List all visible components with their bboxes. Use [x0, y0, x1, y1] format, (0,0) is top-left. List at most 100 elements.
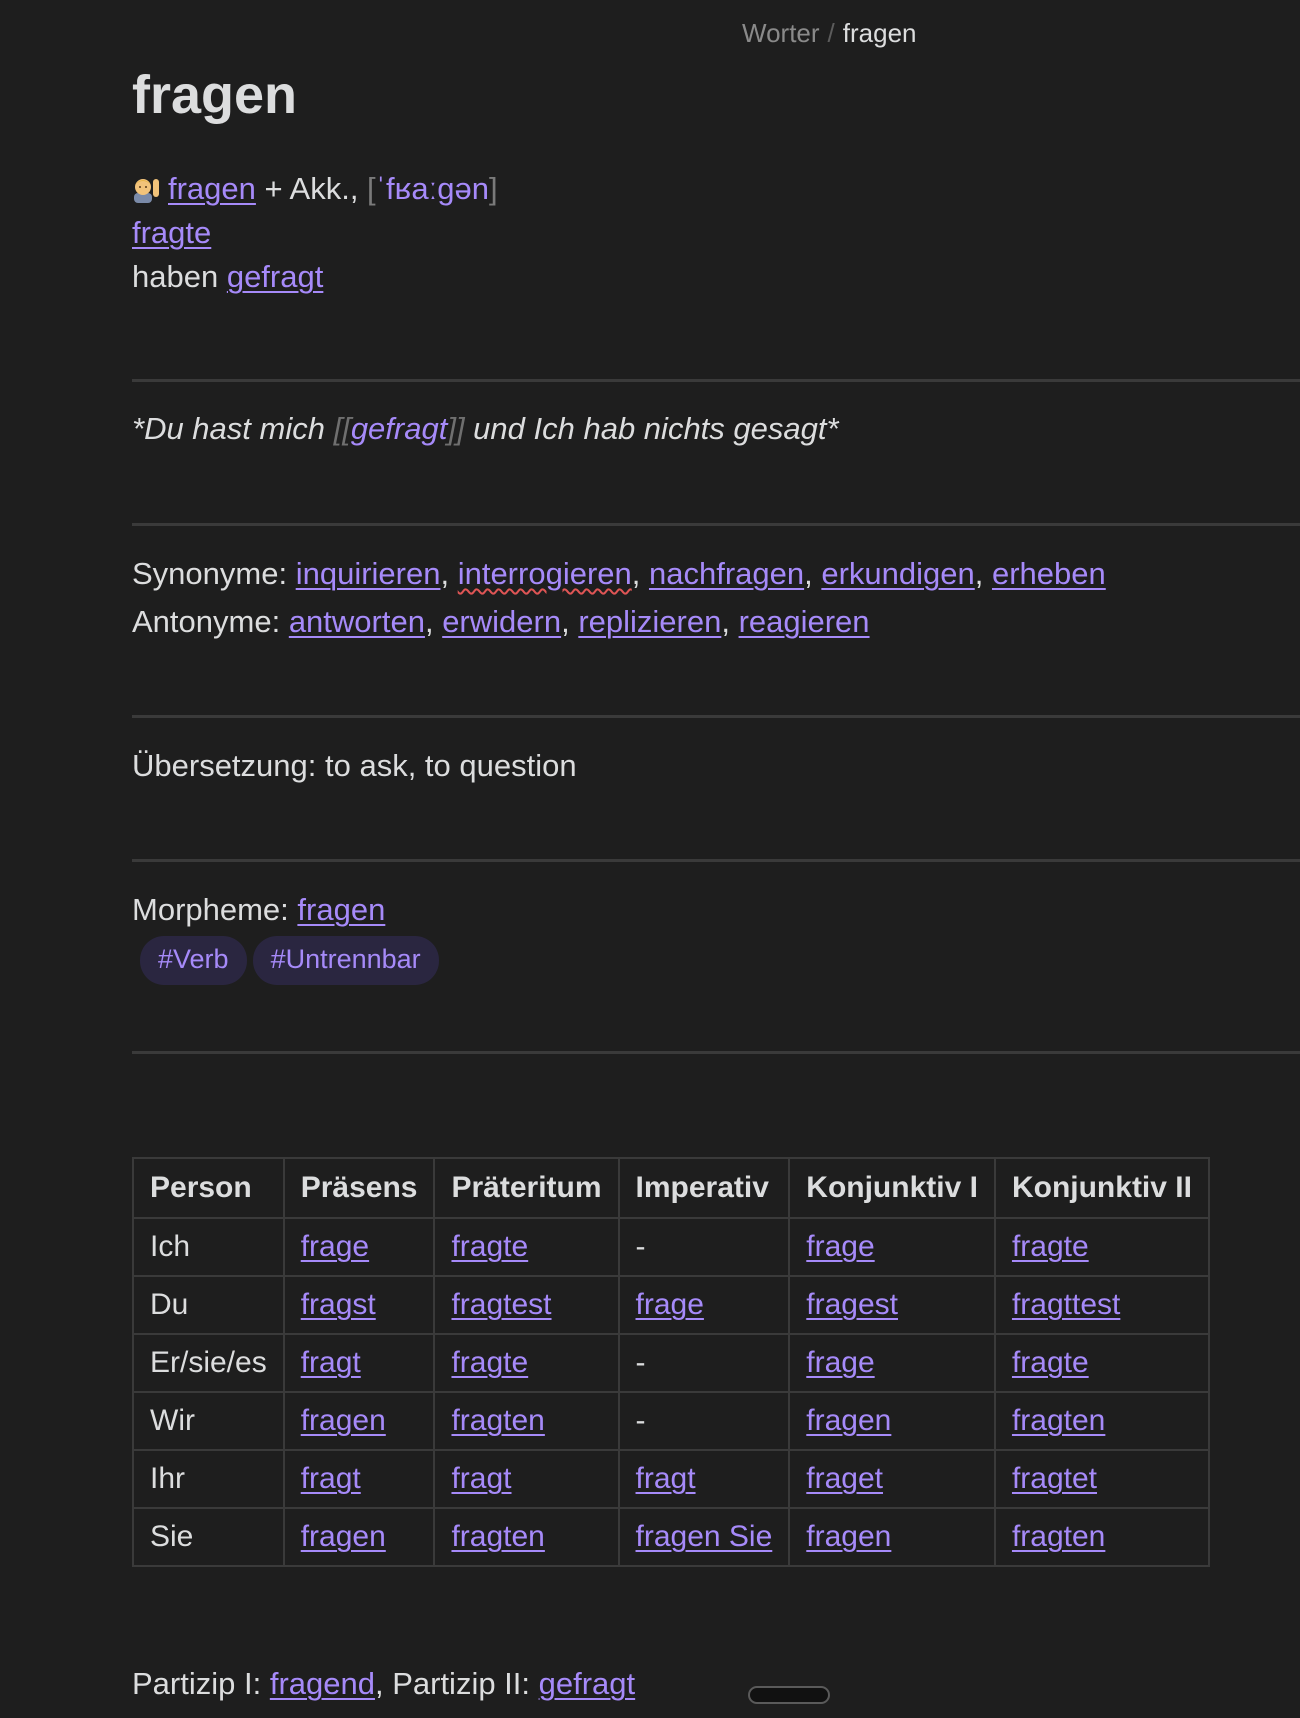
- conjugation-link[interactable]: frage: [806, 1346, 874, 1379]
- antonym-link[interactable]: replizieren: [578, 604, 721, 639]
- conjugation-link[interactable]: fragttest: [1012, 1288, 1120, 1321]
- scroll-indicator[interactable]: [748, 1686, 830, 1704]
- conjugation-link[interactable]: fragte: [451, 1346, 528, 1379]
- antonym-link[interactable]: reagieren: [739, 604, 870, 639]
- divider: [132, 715, 1300, 718]
- entry-headword-line: fragen + Akk., [ˈfʁaːgən]: [132, 173, 498, 204]
- conjugation-link[interactable]: fragest: [806, 1288, 898, 1321]
- person-cell: Wir: [132, 1391, 285, 1451]
- participle-2-label: Partizip II:: [392, 1666, 539, 1701]
- tag-untrennbar[interactable]: #Untrennbar: [252, 936, 439, 985]
- conjugation-link[interactable]: frage: [806, 1230, 874, 1263]
- antonym-link[interactable]: erwidern: [442, 604, 561, 639]
- conjugation-link[interactable]: fragt: [636, 1462, 696, 1495]
- entry-preterite-link[interactable]: fragte: [132, 215, 211, 250]
- synonym-link[interactable]: interrogieren: [458, 556, 632, 591]
- ipa-open-bracket: [: [367, 171, 376, 206]
- column-header: Imperativ: [617, 1157, 791, 1219]
- conjugation-link[interactable]: fragst: [301, 1288, 376, 1321]
- synonym-link[interactable]: nachfragen: [649, 556, 804, 591]
- conjugation-link[interactable]: fragten: [451, 1520, 544, 1553]
- ipa-close-bracket: ]: [488, 171, 498, 206]
- column-header: Präsens: [282, 1157, 436, 1219]
- conjugation-link[interactable]: fragte: [451, 1230, 528, 1263]
- table-row: Du fragst fragtest frage fragest fragtte…: [132, 1275, 1210, 1335]
- person-cell: Sie: [132, 1507, 285, 1567]
- breadcrumb-parent[interactable]: Worter: [742, 18, 820, 48]
- synonym-link[interactable]: erkundigen: [821, 556, 974, 591]
- synonym-link[interactable]: inquirieren: [296, 556, 441, 591]
- example-sentence: *Du hast mich [[gefragt]] und Ich hab ni…: [132, 413, 839, 444]
- divider: [132, 859, 1300, 862]
- entry-case: + Akk.,: [255, 171, 368, 206]
- tag-verb[interactable]: #Verb: [140, 936, 247, 985]
- entry-aux: haben: [132, 259, 227, 294]
- page-title: fragen: [132, 65, 298, 125]
- example-before: *Du hast mich: [132, 411, 334, 446]
- ipa-link[interactable]: ˈfʁaːgən: [376, 171, 489, 206]
- antonym-link[interactable]: antworten: [289, 604, 425, 639]
- tag-list: #Verb #Untrennbar: [140, 936, 445, 985]
- conjugation-link[interactable]: fragen: [301, 1404, 386, 1437]
- empty-cell: -: [617, 1333, 791, 1393]
- conjugation-link[interactable]: fragen: [806, 1404, 891, 1437]
- participle-2-link[interactable]: gefragt: [539, 1666, 636, 1701]
- divider: [132, 523, 1300, 526]
- entry-infinitive-link[interactable]: fragen: [168, 171, 256, 206]
- column-header: Konjunktiv I: [788, 1157, 996, 1219]
- example-wikilink[interactable]: gefragt: [351, 411, 448, 446]
- example-after: und Ich hab nichts gesagt*: [464, 411, 839, 446]
- conjugation-link[interactable]: fragten: [1012, 1520, 1105, 1553]
- participle-separator: ,: [374, 1666, 393, 1701]
- translation: Übersetzung: to ask, to question: [132, 748, 577, 783]
- table-row: Wir fragen fragten - fragen fragten: [132, 1391, 1210, 1451]
- conjugation-link[interactable]: fragen: [301, 1520, 386, 1553]
- entry-participle-link[interactable]: gefragt: [227, 259, 324, 294]
- person-cell: Er/sie/es: [132, 1333, 285, 1393]
- morpheme-link[interactable]: fragen: [297, 892, 385, 927]
- conjugation-link[interactable]: fragen: [806, 1520, 891, 1553]
- conjugation-link[interactable]: fragten: [1012, 1404, 1105, 1437]
- conjugation-link[interactable]: fragen Sie: [636, 1520, 773, 1553]
- wikilink-open-bracket: [[: [333, 411, 351, 446]
- table-row: Ihr fragt fragt fragt fraget fragtet: [132, 1449, 1210, 1509]
- breadcrumb: Worter / fragen: [742, 18, 917, 49]
- conjugation-link[interactable]: fragt: [451, 1462, 511, 1495]
- person-cell: Du: [132, 1275, 285, 1335]
- conjugation-link[interactable]: frage: [636, 1288, 704, 1321]
- conjugation-link[interactable]: fragten: [451, 1404, 544, 1437]
- conjugation-link[interactable]: fragt: [301, 1462, 361, 1495]
- table-row: Er/sie/es fragt fragte - frage fragte: [132, 1333, 1210, 1393]
- empty-cell: -: [617, 1391, 791, 1451]
- participle-1-link[interactable]: fragend: [270, 1666, 375, 1701]
- divider: [132, 1051, 1300, 1054]
- conjugation-link[interactable]: fragtest: [451, 1288, 551, 1321]
- column-header: Person: [132, 1157, 285, 1219]
- breadcrumb-current: fragen: [842, 18, 917, 48]
- conjugation-link[interactable]: fragte: [1012, 1230, 1089, 1263]
- person-raising-hand-icon: [134, 179, 159, 203]
- morphemes-label: Morpheme:: [132, 892, 298, 927]
- empty-cell: -: [617, 1217, 791, 1277]
- participle-1-label: Partizip I:: [132, 1666, 270, 1701]
- table-header-row: Person Präsens Präteritum Imperativ Konj…: [132, 1157, 1210, 1219]
- wikilink-close-bracket: ]]: [447, 411, 465, 446]
- column-header: Konjunktiv II: [993, 1157, 1210, 1219]
- antonyms-label: Antonyme:: [132, 604, 289, 639]
- entry-perfect-line: haben gefragt: [132, 261, 323, 292]
- conjugation-link[interactable]: fragte: [1012, 1346, 1089, 1379]
- participles-line: Partizip I: fragend, Partizip II: gefrag…: [132, 1668, 635, 1699]
- person-cell: Ihr: [132, 1449, 285, 1509]
- synonym-link[interactable]: erheben: [992, 556, 1106, 591]
- conjugation-link[interactable]: fraget: [806, 1462, 883, 1495]
- conjugation-link[interactable]: frage: [301, 1230, 369, 1263]
- column-header: Präteritum: [433, 1157, 620, 1219]
- conjugation-link[interactable]: fragtet: [1012, 1462, 1097, 1495]
- entry-preterite-line: fragte: [132, 217, 211, 248]
- antonyms-line: Antonyme: antworten, erwidern, replizier…: [132, 604, 870, 639]
- table-row: Sie fragen fragten fragen Sie fragen fra…: [132, 1507, 1210, 1567]
- conjugation-link[interactable]: fragt: [301, 1346, 361, 1379]
- morphemes-line: Morpheme: fragen: [132, 894, 385, 925]
- synonyms-line: Synonyme: inquirieren, interrogieren, na…: [132, 556, 1106, 591]
- table-row: Ich frage fragte - frage fragte: [132, 1217, 1210, 1277]
